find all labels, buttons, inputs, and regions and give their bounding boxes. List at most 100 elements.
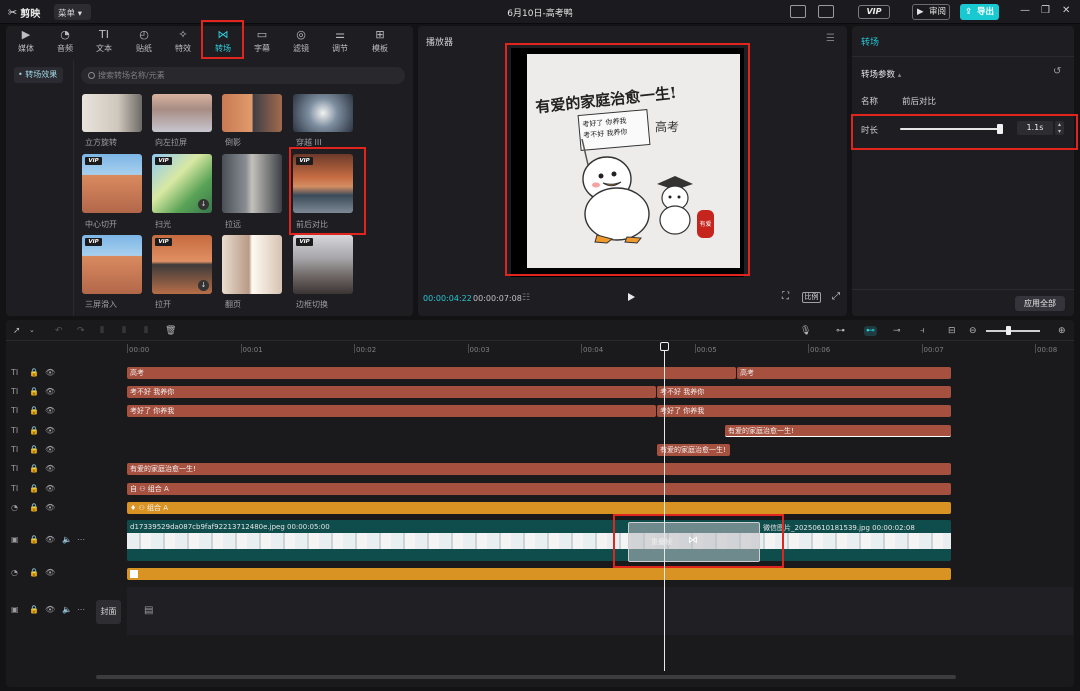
split-left-icon[interactable]: ⦀: [122, 326, 126, 336]
visibility-icon[interactable]: 👁: [45, 426, 55, 435]
tab-4[interactable]: ✧ 特效: [165, 28, 201, 56]
lock-icon[interactable]: 🔒: [29, 503, 39, 512]
lock-icon[interactable]: 🔒: [29, 568, 39, 577]
frame-grid-icon[interactable]: ☷: [522, 293, 530, 303]
more-icon[interactable]: ⋯: [77, 605, 85, 614]
tab-3[interactable]: ◴ 贴纸: [126, 28, 162, 56]
params-section-title[interactable]: 转场参数 ▴: [861, 68, 901, 80]
tab-7[interactable]: ◎ 滤镜: [283, 28, 319, 56]
apply-all-button[interactable]: 应用全部: [1015, 296, 1065, 311]
text-track-icon[interactable]: TI: [11, 445, 18, 454]
tab-8[interactable]: ⚌ 调节: [322, 28, 358, 56]
cover-button[interactable]: 封面: [96, 600, 121, 624]
text-clip[interactable]: 有爱的家庭治愈一生!: [725, 425, 951, 437]
lock-icon[interactable]: 🔒: [29, 484, 39, 493]
group-clip[interactable]: 自 ⚇ 组合 A: [127, 483, 951, 495]
horizontal-scrollbar[interactable]: [96, 675, 956, 679]
play-button[interactable]: [628, 293, 635, 301]
search-input[interactable]: 搜索转场名称/元素: [81, 67, 405, 84]
tab-2[interactable]: TI 文本: [86, 28, 122, 56]
text-clip[interactable]: 考好了 你养我: [127, 405, 656, 417]
visibility-icon[interactable]: 👁: [45, 605, 55, 614]
microphone-icon[interactable]: 🎙: [800, 326, 811, 336]
restore-icon[interactable]: ❐: [1041, 5, 1050, 16]
tab-0[interactable]: ▶ 媒体: [8, 28, 44, 56]
video-track-icon[interactable]: ▣: [11, 535, 19, 544]
more-icon[interactable]: ⋯: [77, 535, 85, 544]
lock-icon[interactable]: 🔒: [29, 445, 39, 454]
export-button[interactable]: ⇪ 导出: [960, 4, 999, 20]
tab-1[interactable]: ◔ 音频: [47, 28, 83, 56]
lock-icon[interactable]: 🔒: [29, 406, 39, 415]
fullscreen-icon[interactable]: ⤢: [832, 291, 840, 302]
video-track-icon[interactable]: ▣: [11, 605, 19, 614]
visibility-icon[interactable]: 👁: [45, 484, 55, 493]
visibility-icon[interactable]: 👁: [45, 464, 55, 473]
lock-icon[interactable]: 🔒: [29, 426, 39, 435]
transition-thumbnail[interactable]: [293, 94, 353, 132]
transition-thumbnail[interactable]: VIP: [293, 154, 353, 213]
sticker-track-icon[interactable]: ◔: [11, 568, 18, 577]
transition-thumbnail[interactable]: [152, 94, 212, 132]
tab-6[interactable]: ▭ 字幕: [244, 28, 280, 56]
zoom-in-icon[interactable]: ⊕: [1058, 326, 1066, 336]
text-clip[interactable]: 考好了 你养我: [657, 405, 951, 417]
transition-thumbnail[interactable]: VIP: [293, 235, 353, 294]
zoom-slider-handle[interactable]: [1006, 326, 1011, 335]
visibility-icon[interactable]: 👁: [45, 406, 55, 415]
lock-icon[interactable]: 🔒: [29, 535, 39, 544]
text-track-icon[interactable]: TI: [11, 387, 18, 396]
text-clip[interactable]: 考不好 我养你: [657, 386, 951, 398]
lock-icon[interactable]: 🔒: [29, 368, 39, 377]
download-icon[interactable]: ↓: [198, 199, 209, 210]
text-track-icon[interactable]: TI: [11, 426, 18, 435]
download-icon[interactable]: ↓: [198, 280, 209, 291]
align-icon[interactable]: ⫞: [920, 326, 925, 336]
lock-icon[interactable]: 🔒: [29, 464, 39, 473]
keyboard-icon[interactable]: [790, 5, 806, 18]
text-track-icon[interactable]: TI: [11, 406, 18, 415]
sidebar-item-transitions[interactable]: • 转场效果: [14, 67, 63, 83]
playhead[interactable]: [664, 343, 665, 671]
minimize-icon[interactable]: —: [1020, 5, 1030, 16]
chevron-down-icon[interactable]: ⌄: [29, 326, 35, 334]
tab-5[interactable]: ⋈ 转场: [205, 28, 241, 56]
link-icon[interactable]: ⊶: [836, 326, 845, 336]
transition-thumbnail[interactable]: [222, 235, 282, 294]
text-clip[interactable]: 有爱的家庭治愈一生!: [657, 444, 730, 456]
text-clip[interactable]: 有爱的家庭治愈一生!: [127, 463, 951, 475]
transition-thumbnail[interactable]: [222, 94, 282, 132]
transition-thumbnail[interactable]: VIP: [82, 235, 142, 294]
visibility-icon[interactable]: 👁: [45, 387, 55, 396]
ratio-button[interactable]: 比例: [802, 292, 821, 303]
text-clip[interactable]: 高考: [737, 367, 951, 379]
split-right-icon[interactable]: ⦀: [144, 326, 148, 336]
preview-axis-icon[interactable]: ⊟: [948, 326, 956, 336]
visibility-icon[interactable]: 👁: [45, 445, 55, 454]
text-track-icon[interactable]: TI: [11, 484, 18, 493]
transition-thumbnail[interactable]: VIP ↓: [152, 154, 212, 213]
playhead-handle[interactable]: [660, 342, 669, 351]
visibility-icon[interactable]: 👁: [45, 503, 55, 512]
group-clip[interactable]: ♦ ⚇ 组合 A: [127, 502, 951, 514]
vip-badge[interactable]: VIP: [858, 5, 890, 19]
layout-icon[interactable]: [818, 5, 834, 18]
sticker-track-icon[interactable]: ◔: [11, 503, 18, 512]
select-tool-icon[interactable]: ➚: [13, 326, 21, 336]
player-menu-icon[interactable]: ☰: [826, 33, 835, 44]
zoom-out-icon[interactable]: ⊖: [969, 326, 977, 336]
redo-icon[interactable]: ↷: [77, 326, 85, 336]
zoom-slider[interactable]: [986, 330, 1040, 332]
close-icon[interactable]: ✕: [1062, 5, 1070, 16]
split-icon[interactable]: ⦀: [100, 326, 104, 336]
transition-thumbnail[interactable]: [82, 94, 142, 132]
text-clip[interactable]: 考不好 我养你: [127, 386, 656, 398]
audio-icon[interactable]: 🔈: [62, 535, 72, 544]
text-track-icon[interactable]: TI: [11, 464, 18, 473]
review-button[interactable]: ▶ 审阅: [912, 4, 950, 20]
undo-icon[interactable]: ↶: [55, 326, 63, 336]
visibility-icon[interactable]: 👁: [45, 368, 55, 377]
visibility-icon[interactable]: 👁: [45, 535, 55, 544]
fit-screen-icon[interactable]: ⛶: [782, 291, 789, 302]
overlay-clip[interactable]: [127, 568, 951, 580]
